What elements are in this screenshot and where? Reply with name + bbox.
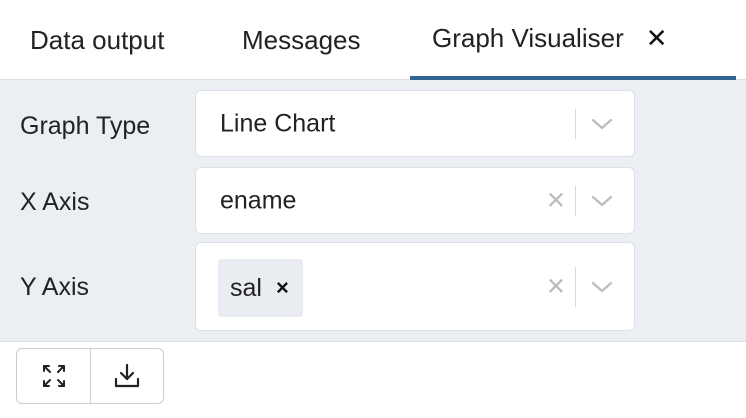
tab-bar: Data output Messages Graph Visualiser ✕: [0, 0, 746, 80]
graph-type-label: Graph Type: [20, 112, 151, 140]
tab-label: Graph Visualiser: [432, 22, 624, 53]
y-axis-label: Y Axis: [20, 273, 90, 301]
graph-type-select[interactable]: Line Chart: [195, 90, 635, 157]
graph-type-value: Line Chart: [220, 109, 336, 137]
download-icon: [114, 363, 140, 388]
tab-graph-visualiser[interactable]: Graph Visualiser ✕: [410, 0, 736, 80]
x-axis-label: X Axis: [20, 188, 90, 216]
tab-label: Data output: [30, 24, 165, 55]
download-button[interactable]: [90, 349, 163, 403]
clear-icon[interactable]: ✕: [546, 272, 566, 301]
chevron-down-icon[interactable]: [590, 117, 614, 131]
close-icon[interactable]: ✕: [646, 23, 668, 54]
selected-chip-sal: sal ×: [218, 259, 303, 317]
clear-icon[interactable]: ✕: [546, 186, 566, 215]
x-axis-value: ename: [220, 186, 297, 214]
graph-toolbar: [16, 348, 164, 404]
chevron-down-icon[interactable]: [590, 194, 614, 208]
chevron-down-icon[interactable]: [590, 280, 614, 294]
chip-label: sal: [230, 273, 262, 302]
tab-data-output[interactable]: Data output: [30, 0, 164, 80]
chip-remove-icon[interactable]: ×: [276, 275, 289, 301]
expand-button[interactable]: [17, 349, 90, 403]
tab-messages[interactable]: Messages: [242, 0, 361, 80]
graph-visualiser-panel: Data output Messages Graph Visualiser ✕ …: [0, 0, 746, 418]
select-separator: [575, 108, 576, 139]
x-axis-select[interactable]: ename ✕: [195, 167, 635, 234]
expand-icon: [42, 365, 65, 387]
y-axis-select[interactable]: sal × ✕: [195, 242, 635, 331]
graph-settings-form: Graph Type Line Chart X Axis ename ✕ Y A…: [0, 80, 746, 342]
select-separator: [575, 266, 576, 307]
tab-label: Messages: [242, 24, 361, 55]
select-separator: [575, 185, 576, 216]
